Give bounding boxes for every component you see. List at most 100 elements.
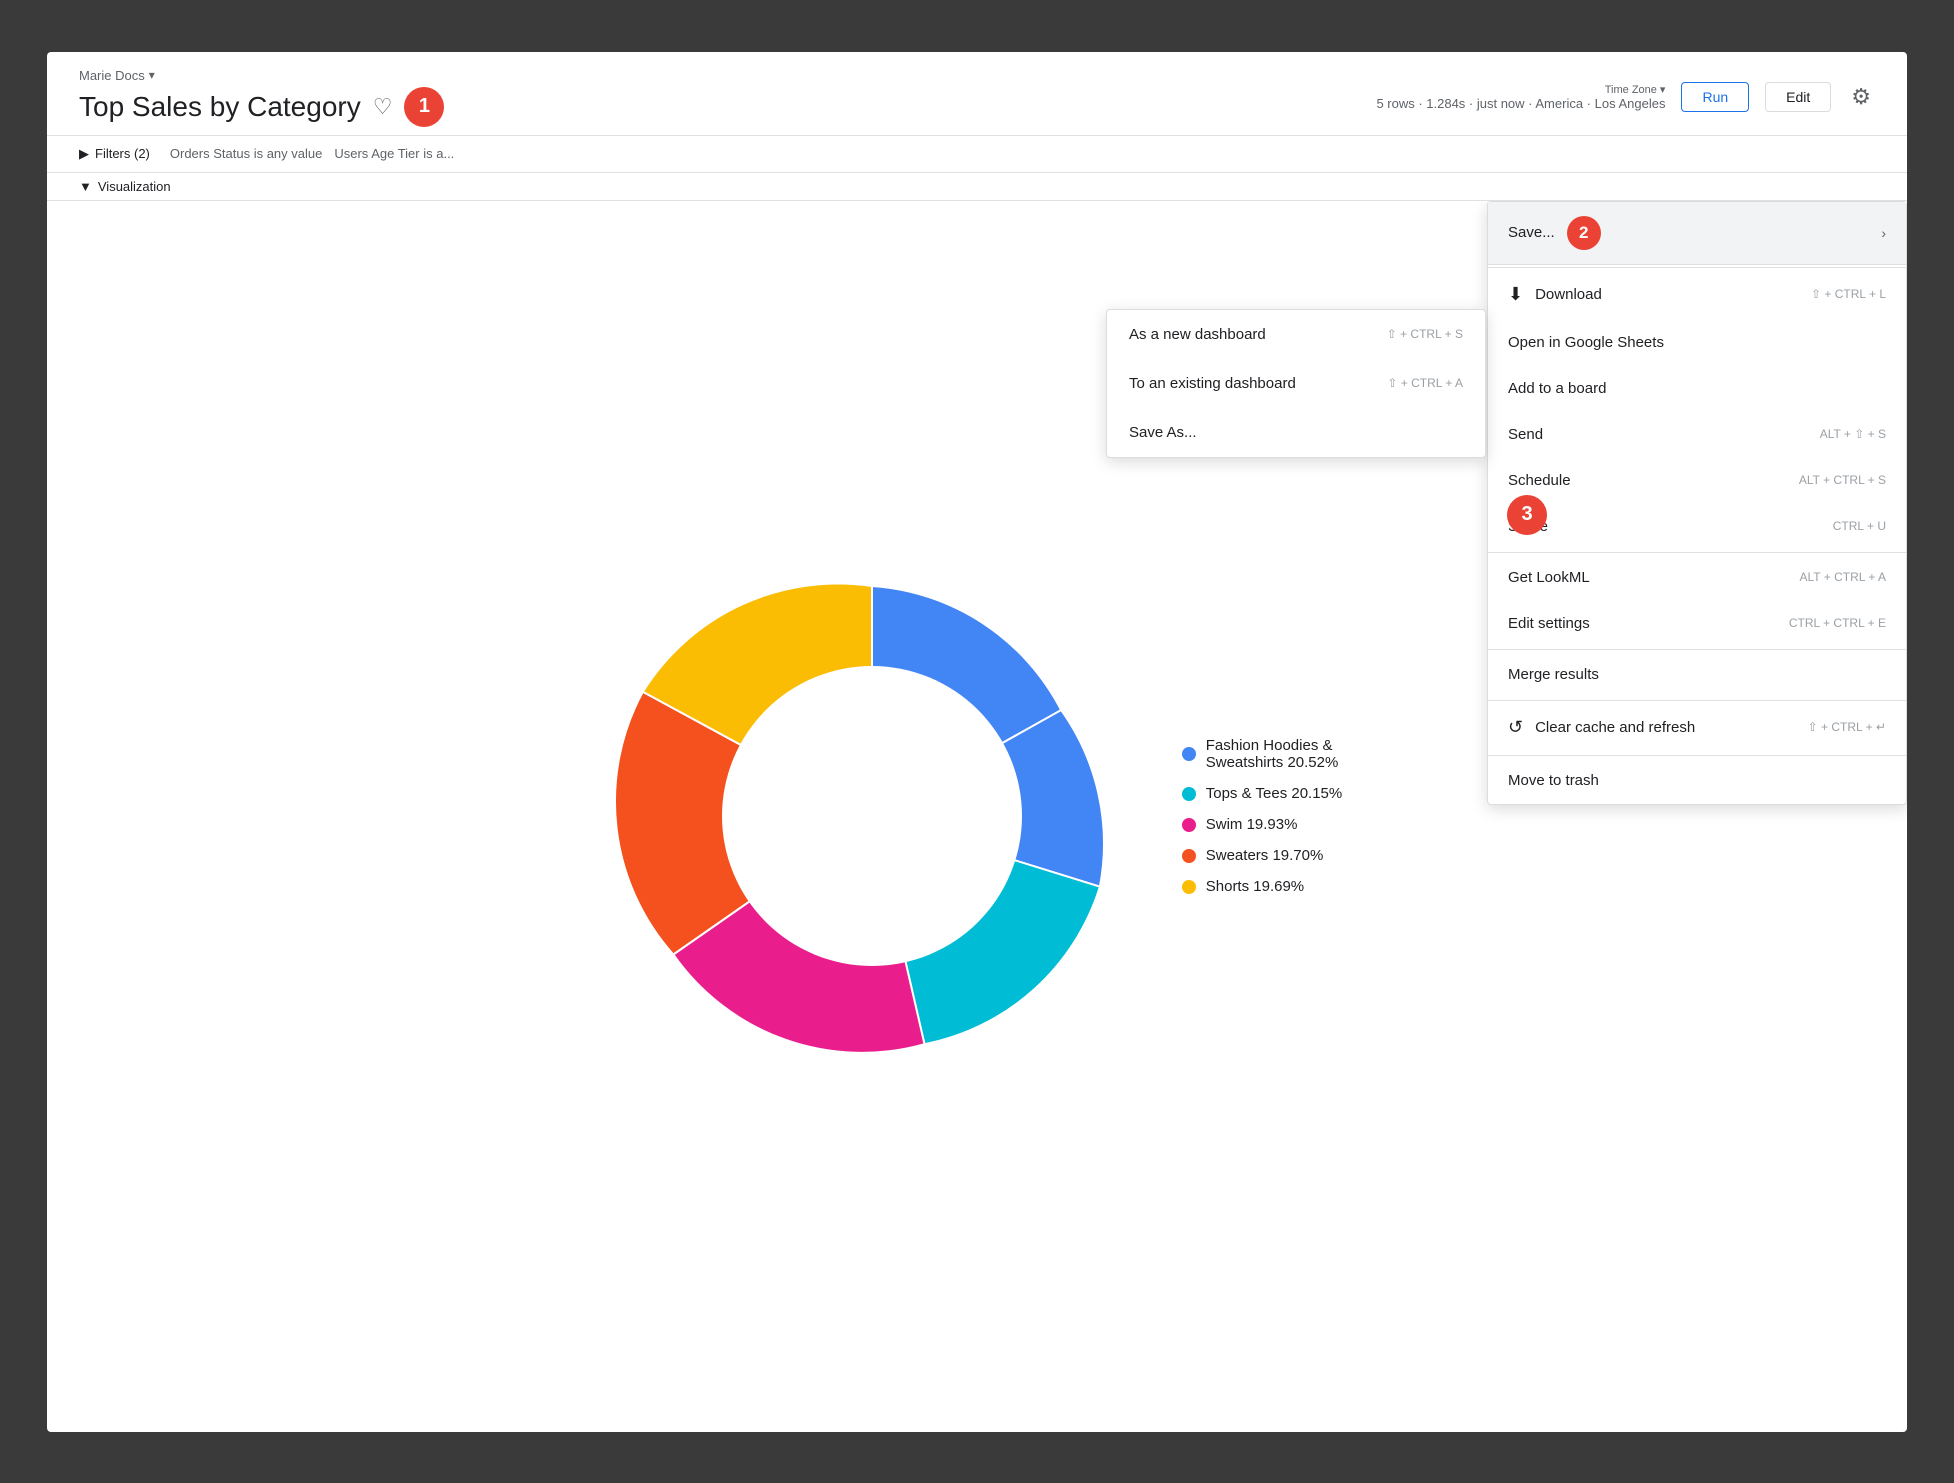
- clear-cache-label: Clear cache and refresh: [1535, 719, 1695, 736]
- divider-1: [1488, 267, 1906, 268]
- legend-dot-3: [1182, 849, 1196, 863]
- menu-item-move-trash[interactable]: Move to trash: [1488, 758, 1906, 804]
- legend-item-3: Sweaters 19.70%: [1182, 847, 1342, 864]
- breadcrumb-chevron-icon: ▾: [149, 68, 155, 82]
- main-dropdown-menu: Save... 2 › ⬇ Download ⇧ + CTRL + L Open…: [1487, 201, 1907, 805]
- legend-dot-4: [1182, 880, 1196, 894]
- edit-settings-shortcut: CTRL + CTRL + E: [1789, 616, 1886, 630]
- google-sheets-label: Open in Google Sheets: [1508, 334, 1664, 351]
- filters-toggle[interactable]: ▶ Filters (2): [79, 146, 150, 162]
- donut-wrapper: Fashion Hoodies &Sweatshirts 20.52% Tops…: [612, 556, 1342, 1076]
- legend-dot-0: [1182, 747, 1196, 761]
- header-right: Time Zone ▾ 5 rows · 1.284s · just now ·…: [1376, 80, 1875, 114]
- google-sheets-left: Open in Google Sheets: [1508, 334, 1664, 351]
- edit-settings-left: Edit settings: [1508, 615, 1590, 632]
- menu-item-clear-cache[interactable]: ↺ Clear cache and refresh ⇧ + CTRL + ↵: [1488, 703, 1906, 753]
- timezone-label: Time Zone ▾: [1605, 83, 1666, 96]
- run-button[interactable]: Run: [1681, 82, 1749, 112]
- visualization-label: Visualization: [98, 179, 171, 194]
- page-title: Top Sales by Category: [79, 91, 361, 123]
- breadcrumb[interactable]: Marie Docs ▾: [79, 68, 444, 83]
- header-left: Marie Docs ▾ Top Sales by Category ♡ 1: [79, 68, 444, 127]
- legend-item-4: Shorts 19.69%: [1182, 878, 1342, 895]
- add-board-label: Add to a board: [1508, 380, 1606, 397]
- donut-chart: [612, 556, 1132, 1076]
- save-label: Save...: [1508, 224, 1555, 241]
- menu-item-download[interactable]: ⬇ Download ⇧ + CTRL + L: [1488, 270, 1906, 320]
- menu-item-share[interactable]: Share CTRL + U: [1488, 504, 1906, 550]
- edit-button[interactable]: Edit: [1765, 82, 1831, 112]
- legend-label-1: Tops & Tees 20.15%: [1206, 785, 1342, 802]
- viz-arrow-icon: ▼: [79, 179, 92, 194]
- gear-icon-button[interactable]: ⚙: [1847, 80, 1875, 114]
- filter-chip-1: Orders Status is any value: [170, 146, 322, 161]
- menu-item-get-lookml[interactable]: Get LookML ALT + CTRL + A: [1488, 555, 1906, 601]
- menu-item-edit-settings[interactable]: Edit settings CTRL + CTRL + E: [1488, 601, 1906, 647]
- header: Marie Docs ▾ Top Sales by Category ♡ 1 T…: [47, 52, 1907, 136]
- schedule-label: Schedule: [1508, 472, 1571, 489]
- add-board-left: Add to a board: [1508, 380, 1606, 397]
- breadcrumb-label: Marie Docs: [79, 68, 145, 83]
- filters-label: Filters (2): [95, 146, 150, 161]
- menu-item-save[interactable]: Save... 2 ›: [1488, 202, 1906, 265]
- legend-label-2: Swim 19.93%: [1206, 816, 1298, 833]
- submenu-new-dashboard-label: As a new dashboard: [1129, 326, 1266, 343]
- submenu-new-dashboard-shortcut: ⇧ + CTRL + S: [1387, 327, 1463, 341]
- download-label: Download: [1535, 286, 1602, 303]
- clear-cache-left: ↺ Clear cache and refresh: [1508, 717, 1695, 738]
- legend-item-2: Swim 19.93%: [1182, 816, 1342, 833]
- heart-icon[interactable]: ♡: [373, 94, 393, 120]
- submenu-item-existing-dashboard[interactable]: To an existing dashboard ⇧ + CTRL + A: [1107, 359, 1485, 408]
- app-container: Marie Docs ▾ Top Sales by Category ♡ 1 T…: [47, 52, 1907, 1432]
- schedule-shortcut: ALT + CTRL + S: [1799, 473, 1886, 487]
- legend-item-1: Tops & Tees 20.15%: [1182, 785, 1342, 802]
- refresh-icon: ↺: [1508, 717, 1523, 738]
- clear-cache-shortcut: ⇧ + CTRL + ↵: [1808, 720, 1886, 734]
- legend-label-0: Fashion Hoodies &Sweatshirts 20.52%: [1206, 737, 1339, 771]
- get-lookml-left: Get LookML: [1508, 569, 1590, 586]
- send-shortcut: ALT + ⇧ + S: [1820, 427, 1886, 441]
- submenu-existing-dashboard-shortcut: ⇧ + CTRL + A: [1387, 376, 1463, 390]
- title-row: Top Sales by Category ♡ 1: [79, 87, 444, 127]
- menu-item-send[interactable]: Send ALT + ⇧ + S: [1488, 412, 1906, 458]
- submenu-item-new-dashboard[interactable]: As a new dashboard ⇧ + CTRL + S: [1107, 310, 1485, 359]
- download-left-part: ⬇ Download: [1508, 284, 1602, 305]
- subheader: ▶ Filters (2) Orders Status is any value…: [47, 136, 1907, 173]
- submenu-save-as-label: Save As...: [1129, 424, 1197, 441]
- visualization-row[interactable]: ▼ Visualization: [47, 173, 1907, 201]
- save-left-part: Save... 2: [1508, 216, 1601, 250]
- badge-1: 1: [404, 87, 444, 127]
- save-chevron-right-icon: ›: [1881, 225, 1886, 241]
- schedule-left: Schedule: [1508, 472, 1571, 489]
- menu-item-schedule[interactable]: Schedule ALT + CTRL + S: [1488, 458, 1906, 504]
- send-left: Send: [1508, 426, 1543, 443]
- badge-3: 3: [1507, 495, 1547, 535]
- divider-4: [1488, 700, 1906, 701]
- legend-dot-1: [1182, 787, 1196, 801]
- legend-dot-2: [1182, 818, 1196, 832]
- filters-arrow-icon: ▶: [79, 146, 89, 162]
- menu-item-merge-results[interactable]: Merge results: [1488, 652, 1906, 698]
- submenu-existing-dashboard-label: To an existing dashboard: [1129, 375, 1296, 392]
- chart-legend: Fashion Hoodies &Sweatshirts 20.52% Tops…: [1182, 737, 1342, 895]
- share-shortcut: CTRL + U: [1833, 519, 1886, 533]
- move-trash-label: Move to trash: [1508, 772, 1599, 789]
- menu-item-add-board[interactable]: Add to a board: [1488, 366, 1906, 412]
- divider-2: [1488, 552, 1906, 553]
- merge-results-left: Merge results: [1508, 666, 1599, 683]
- get-lookml-label: Get LookML: [1508, 569, 1590, 586]
- move-trash-left: Move to trash: [1508, 772, 1599, 789]
- main-content: Fashion Hoodies &Sweatshirts 20.52% Tops…: [47, 201, 1907, 1432]
- merge-results-label: Merge results: [1508, 666, 1599, 683]
- badge-2: 2: [1567, 216, 1601, 250]
- get-lookml-shortcut: ALT + CTRL + A: [1800, 570, 1886, 584]
- filter-chips: Orders Status is any value Users Age Tie…: [170, 146, 454, 161]
- legend-label-3: Sweaters 19.70%: [1206, 847, 1324, 864]
- meta-row: 5 rows · 1.284s · just now · America · L…: [1376, 96, 1665, 111]
- menu-item-google-sheets[interactable]: Open in Google Sheets: [1488, 320, 1906, 366]
- save-submenu: As a new dashboard ⇧ + CTRL + S To an ex…: [1106, 309, 1486, 458]
- divider-3: [1488, 649, 1906, 650]
- download-icon: ⬇: [1508, 284, 1523, 305]
- submenu-item-save-as[interactable]: Save As...: [1107, 408, 1485, 457]
- download-shortcut: ⇧ + CTRL + L: [1811, 287, 1886, 301]
